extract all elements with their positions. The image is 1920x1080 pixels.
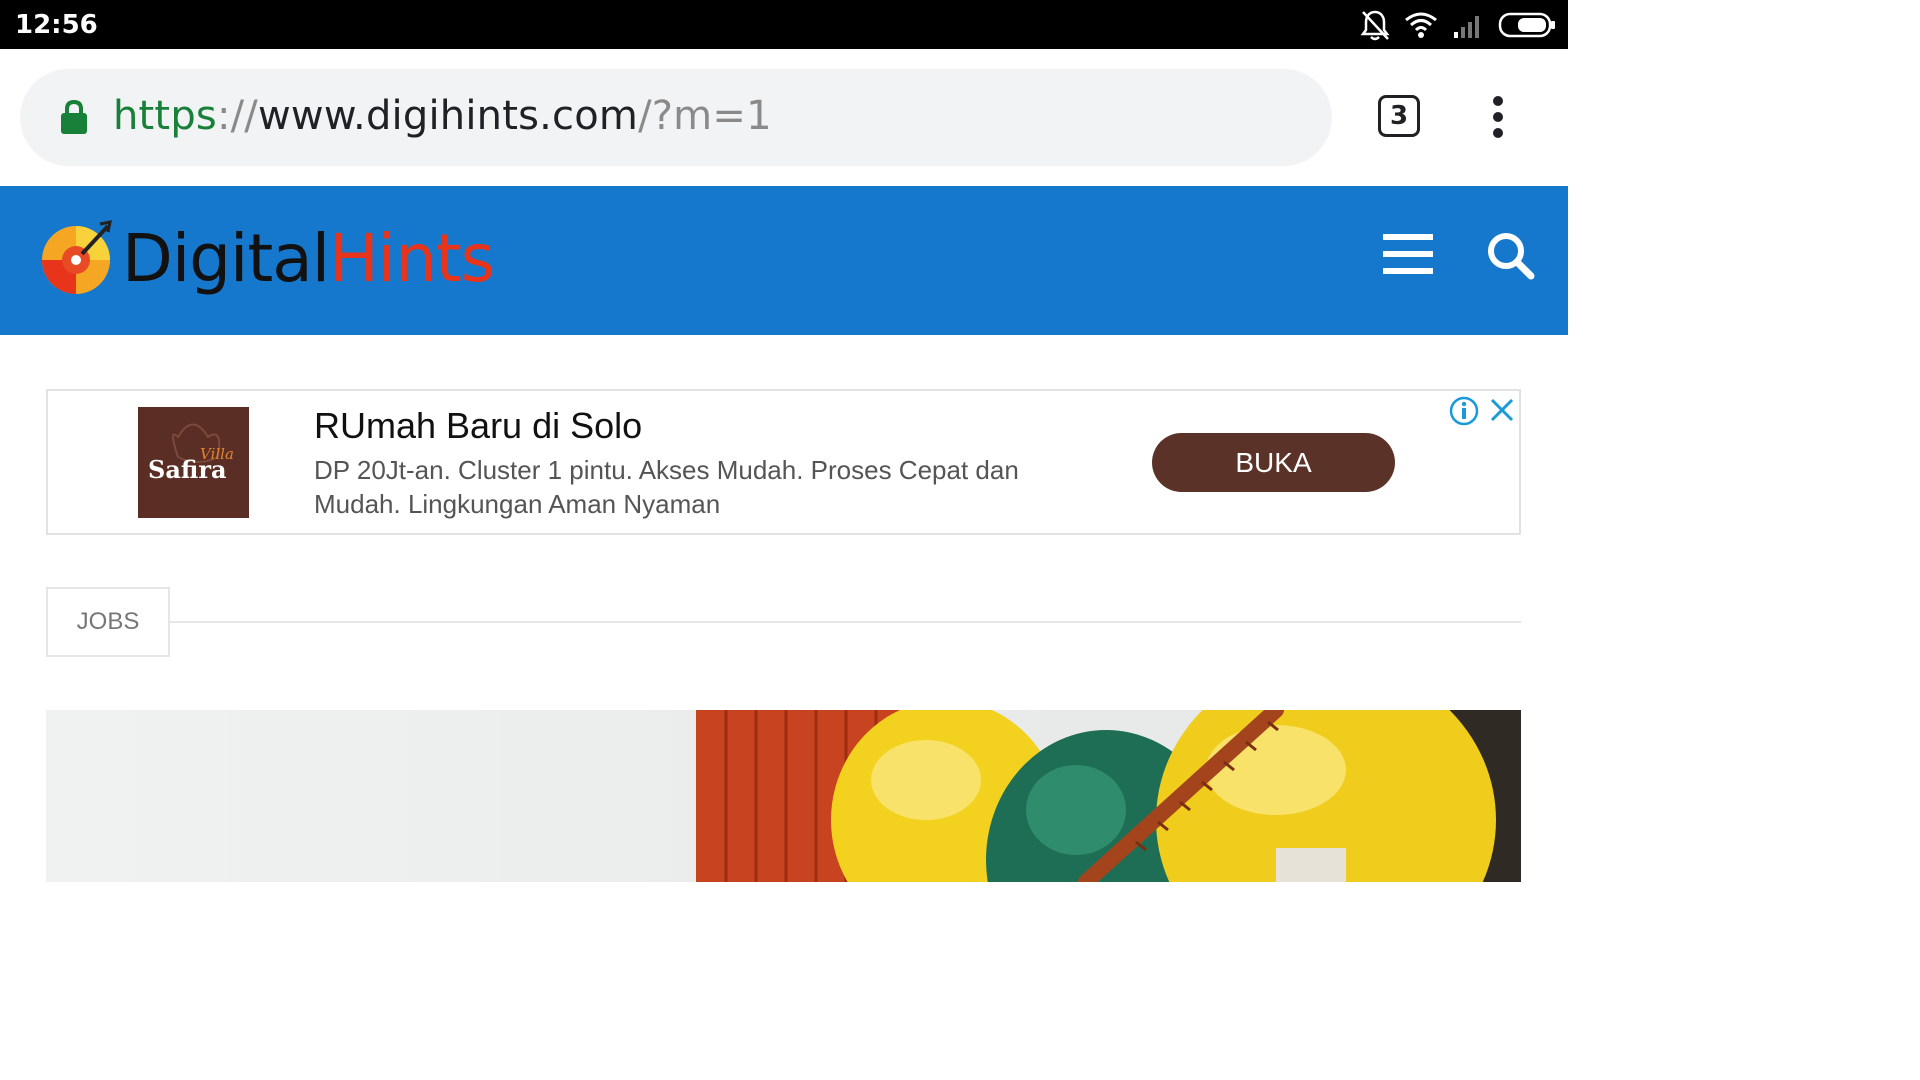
ad-open-button[interactable]: BUKA — [1152, 433, 1395, 492]
status-time: 12:56 — [15, 10, 98, 40]
hard-hats-photo — [46, 710, 1521, 882]
url-path: /?m=1 — [638, 93, 772, 139]
logo-disc-icon — [42, 220, 112, 294]
category-divider — [170, 621, 1521, 623]
ad-banner[interactable]: Villa Safira RUmah Baru di Solo DP 20Jt-… — [46, 389, 1521, 535]
site-logo[interactable]: DigitalHints — [38, 214, 495, 304]
status-icons — [1360, 8, 1556, 42]
logo-text-hints: Hints — [329, 220, 495, 297]
url-text[interactable]: https://www.digihints.com/?m=1 — [113, 93, 772, 139]
search-icon[interactable] — [1486, 231, 1536, 281]
tab-switcher-button[interactable]: 3 — [1378, 95, 1420, 137]
url-host: www.digihints.com — [257, 93, 639, 139]
advertiser-logo-text: Safira — [148, 455, 227, 484]
category-label[interactable]: JOBS — [46, 587, 170, 657]
site-header: DigitalHints — [0, 186, 1568, 335]
advertiser-logo: Villa Safira — [138, 407, 249, 518]
ad-title[interactable]: RUmah Baru di Solo — [314, 405, 642, 447]
hamburger-menu-icon[interactable] — [1383, 232, 1435, 276]
url-bar[interactable]: https://www.digihints.com/?m=1 — [20, 69, 1332, 166]
browser-toolbar: https://www.digihints.com/?m=1 3 — [0, 49, 1568, 186]
battery-icon — [1498, 12, 1555, 38]
article-featured-image[interactable] — [46, 710, 1521, 882]
signal-icon — [1454, 16, 1479, 38]
logo-text-digital: Digital — [122, 220, 330, 297]
ad-info-icon[interactable] — [1448, 395, 1480, 427]
url-scheme: https — [113, 93, 217, 139]
ad-close-icon[interactable] — [1489, 397, 1515, 423]
wifi-icon — [1405, 12, 1437, 38]
lock-icon — [61, 99, 87, 134]
logo-text: DigitalHints — [122, 226, 495, 292]
url-separator: :// — [216, 93, 258, 139]
overflow-menu-icon[interactable] — [1480, 95, 1516, 139]
bell-off-icon — [1360, 10, 1390, 41]
status-bar: 12:56 — [0, 0, 1568, 49]
ad-description: DP 20Jt-an. Cluster 1 pintu. Akses Mudah… — [314, 455, 1019, 519]
